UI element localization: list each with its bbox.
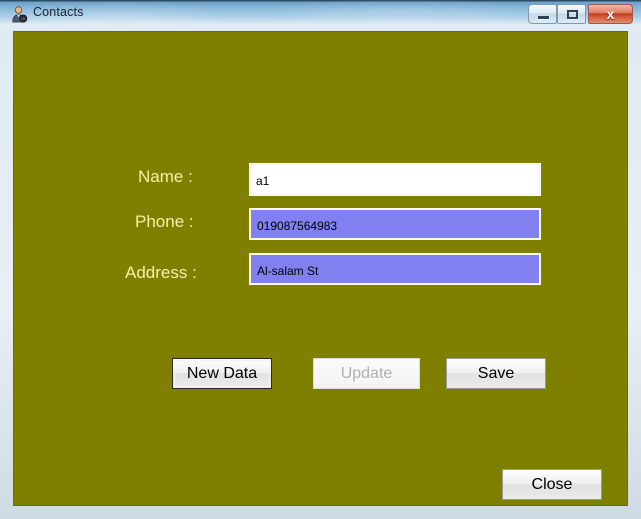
close-form-button[interactable]: Close <box>502 469 602 500</box>
update-button[interactable]: Update <box>313 358 420 389</box>
minimize-button[interactable] <box>528 4 557 24</box>
window-title: Contacts <box>33 5 84 19</box>
name-input[interactable] <box>249 163 541 196</box>
minimize-icon <box>538 16 549 19</box>
close-window-button[interactable]: x <box>588 4 633 24</box>
phone-input[interactable] <box>249 208 541 240</box>
maximize-icon <box>567 10 578 19</box>
name-label: Name : <box>138 167 193 186</box>
new-data-button[interactable]: New Data <box>172 358 272 389</box>
application-window: Contacts x Name : Phone : Address : New … <box>0 0 641 519</box>
new-data-button-label: New Data <box>174 360 270 387</box>
address-label: Address : <box>125 263 197 282</box>
user-contact-icon <box>12 6 28 23</box>
save-button[interactable]: Save <box>446 358 546 389</box>
address-input[interactable] <box>249 253 541 285</box>
phone-label: Phone : <box>135 212 194 231</box>
title-bar[interactable]: Contacts x <box>0 0 641 30</box>
form-client-area: Name : Phone : Address : New Data Update… <box>13 31 628 506</box>
maximize-button[interactable] <box>557 4 586 24</box>
close-icon: x <box>606 6 615 22</box>
